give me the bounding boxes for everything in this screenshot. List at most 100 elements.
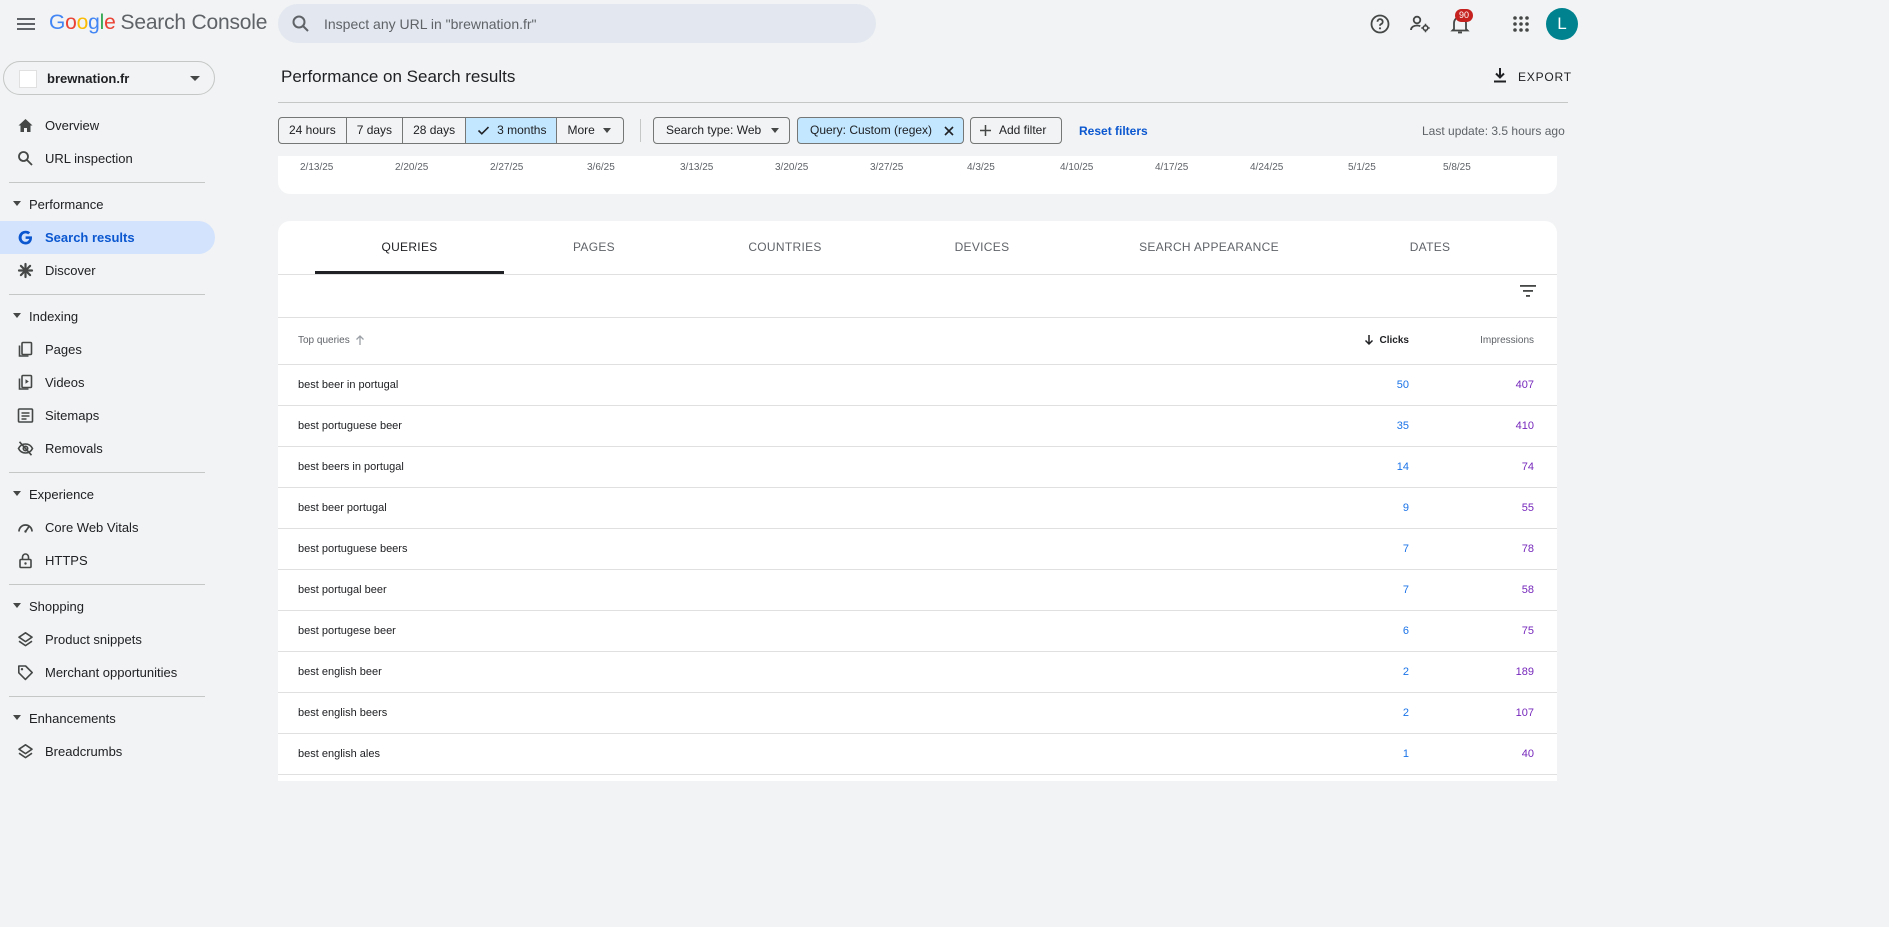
- sidebar-item-https[interactable]: HTTPS: [0, 544, 215, 577]
- logo-letter: e: [104, 11, 116, 34]
- user-avatar[interactable]: L: [1546, 8, 1578, 40]
- sidebar-section-shopping[interactable]: Shopping: [0, 595, 215, 619]
- table-row[interactable]: best portugal beer 7 58: [278, 570, 1557, 611]
- url-inspection-search[interactable]: [278, 4, 876, 43]
- query-cell: best portugese beer: [298, 625, 396, 637]
- search-type-filter-chip[interactable]: Search type: Web: [653, 117, 790, 144]
- sidebar-item-discover[interactable]: Discover: [0, 254, 215, 287]
- query-cell: best english ales: [298, 748, 380, 760]
- x-axis-tick-label: 4/17/25: [1155, 162, 1189, 173]
- export-label: EXPORT: [1518, 70, 1572, 84]
- sidebar-section-label: Indexing: [29, 309, 79, 324]
- reset-filters-link[interactable]: Reset filters: [1079, 124, 1148, 138]
- tab-dates[interactable]: DATES: [1370, 221, 1490, 274]
- table-row[interactable]: best portuguese beer 35 410: [278, 406, 1557, 447]
- layers-icon: [18, 744, 33, 759]
- sidebar-item-core-web-vitals[interactable]: Core Web Vitals: [0, 511, 215, 544]
- filter-rows-icon[interactable]: [1519, 284, 1537, 298]
- range-3-months-button[interactable]: 3 months: [466, 118, 558, 143]
- sidebar-divider: [9, 182, 205, 183]
- sidebar-section-indexing[interactable]: Indexing: [0, 305, 215, 329]
- x-axis-tick-label: 3/13/25: [680, 162, 714, 173]
- sidebar-divider: [9, 294, 205, 295]
- sidebar-item-removals[interactable]: Removals: [0, 432, 215, 465]
- filter-separator: [640, 119, 641, 142]
- sidebar-item-sitemaps[interactable]: Sitemaps: [0, 399, 215, 432]
- range-28-days-button[interactable]: 28 days: [403, 118, 467, 143]
- google-apps-button[interactable]: [1509, 12, 1533, 36]
- query-cell: best beers in portugal: [298, 461, 404, 473]
- results-table-card: QUERIES PAGES COUNTRIES DEVICES SEARCH A…: [278, 221, 1557, 781]
- sidebar-item-label: Pages: [45, 342, 82, 357]
- range-24-hours-button[interactable]: 24 hours: [279, 118, 347, 143]
- sidebar-item-merchant-opportunities[interactable]: Merchant opportunities: [0, 656, 215, 689]
- x-axis-tick-label: 2/13/25: [300, 162, 334, 173]
- column-header-top-queries[interactable]: Top queries: [298, 335, 364, 346]
- impressions-cell: 55: [1521, 502, 1534, 514]
- table-row[interactable]: best beer portugal 9 55: [278, 488, 1557, 529]
- sidebar-item-label: Overview: [45, 118, 100, 133]
- tab-search-appearance[interactable]: SEARCH APPEARANCE: [1114, 221, 1304, 274]
- query-cell: best portuguese beer: [298, 420, 402, 432]
- table-row[interactable]: best beer in portugal 50 407: [278, 365, 1557, 406]
- layers-icon: [18, 632, 33, 647]
- logo-letter: o: [65, 11, 77, 34]
- sidebar-item-overview[interactable]: Overview: [0, 109, 215, 142]
- table-row[interactable]: best english ales 1 40: [278, 734, 1557, 775]
- property-selector[interactable]: brewnation.fr: [3, 61, 215, 95]
- add-filter-button[interactable]: Add filter: [970, 117, 1062, 144]
- table-row[interactable]: best portugese beer 6 75: [278, 611, 1557, 652]
- clicks-cell: 50: [1396, 379, 1409, 391]
- impressions-cell: 407: [1515, 379, 1534, 391]
- sidebar-item-label: Product snippets: [45, 632, 142, 647]
- sidebar-item-breadcrumbs[interactable]: Breadcrumbs: [0, 735, 215, 768]
- tab-pages[interactable]: PAGES: [524, 221, 664, 274]
- sidebar-item-pages[interactable]: Pages: [0, 333, 215, 366]
- table-row[interactable]: best english beers 2 107: [278, 693, 1557, 734]
- sidebar-item-label: Removals: [45, 441, 103, 456]
- notification-count-badge: 90: [1455, 9, 1473, 22]
- main-menu-button[interactable]: [12, 10, 40, 38]
- dropdown-caret-icon: [771, 128, 779, 133]
- help-button[interactable]: [1368, 12, 1392, 36]
- range-more-button[interactable]: More: [557, 118, 622, 143]
- x-axis-tick-label: 4/10/25: [1060, 162, 1094, 173]
- table-row[interactable]: best portuguese beers 7 78: [278, 529, 1557, 570]
- sidebar-item-product-snippets[interactable]: Product snippets: [0, 623, 215, 656]
- users-settings-button[interactable]: [1408, 12, 1432, 36]
- query-filter-chip[interactable]: Query: Custom (regex): [797, 117, 964, 144]
- sidebar-item-videos[interactable]: Videos: [0, 366, 215, 399]
- chip-label: Search type: Web: [666, 123, 762, 137]
- sidebar-section-enhancements[interactable]: Enhancements: [0, 707, 215, 731]
- url-inspection-input[interactable]: [324, 4, 844, 43]
- x-axis-tick-label: 5/8/25: [1443, 162, 1471, 173]
- clicks-cell: 9: [1402, 502, 1409, 514]
- clicks-cell: 2: [1402, 707, 1409, 719]
- sidebar-section-performance[interactable]: Performance: [0, 193, 215, 217]
- tab-countries[interactable]: COUNTRIES: [710, 221, 860, 274]
- table-row[interactable]: best english beer 2 189: [278, 652, 1557, 693]
- clicks-cell: 6: [1402, 625, 1409, 637]
- range-7-days-button[interactable]: 7 days: [347, 118, 404, 143]
- table-row[interactable]: best beers in portugal 14 74: [278, 447, 1557, 488]
- column-header-clicks[interactable]: Clicks: [1364, 335, 1409, 346]
- tab-devices[interactable]: DEVICES: [912, 221, 1052, 274]
- clicks-cell: 2: [1402, 666, 1409, 678]
- google-search-console-logo[interactable]: Google Search Console: [49, 11, 267, 35]
- close-icon[interactable]: [943, 125, 955, 137]
- tag-icon: [18, 665, 33, 681]
- header-divider: [278, 102, 1568, 103]
- clicks-cell: 7: [1402, 543, 1409, 555]
- x-axis-tick-label: 2/20/25: [395, 162, 429, 173]
- collapse-triangle-icon: [13, 603, 21, 608]
- tab-queries[interactable]: QUERIES: [315, 221, 504, 274]
- hamburger-menu-icon: [17, 18, 35, 30]
- sidebar-item-search-results[interactable]: Search results: [0, 221, 215, 254]
- sidebar-item-label: Sitemaps: [45, 408, 100, 423]
- impressions-cell: 78: [1521, 543, 1534, 555]
- sidebar-item-url-inspection[interactable]: URL inspection: [0, 142, 215, 175]
- dropdown-caret-icon: [190, 76, 200, 81]
- sidebar-section-experience[interactable]: Experience: [0, 483, 215, 507]
- sidebar-item-label: Discover: [45, 263, 96, 278]
- column-header-impressions[interactable]: Impressions: [1480, 335, 1534, 346]
